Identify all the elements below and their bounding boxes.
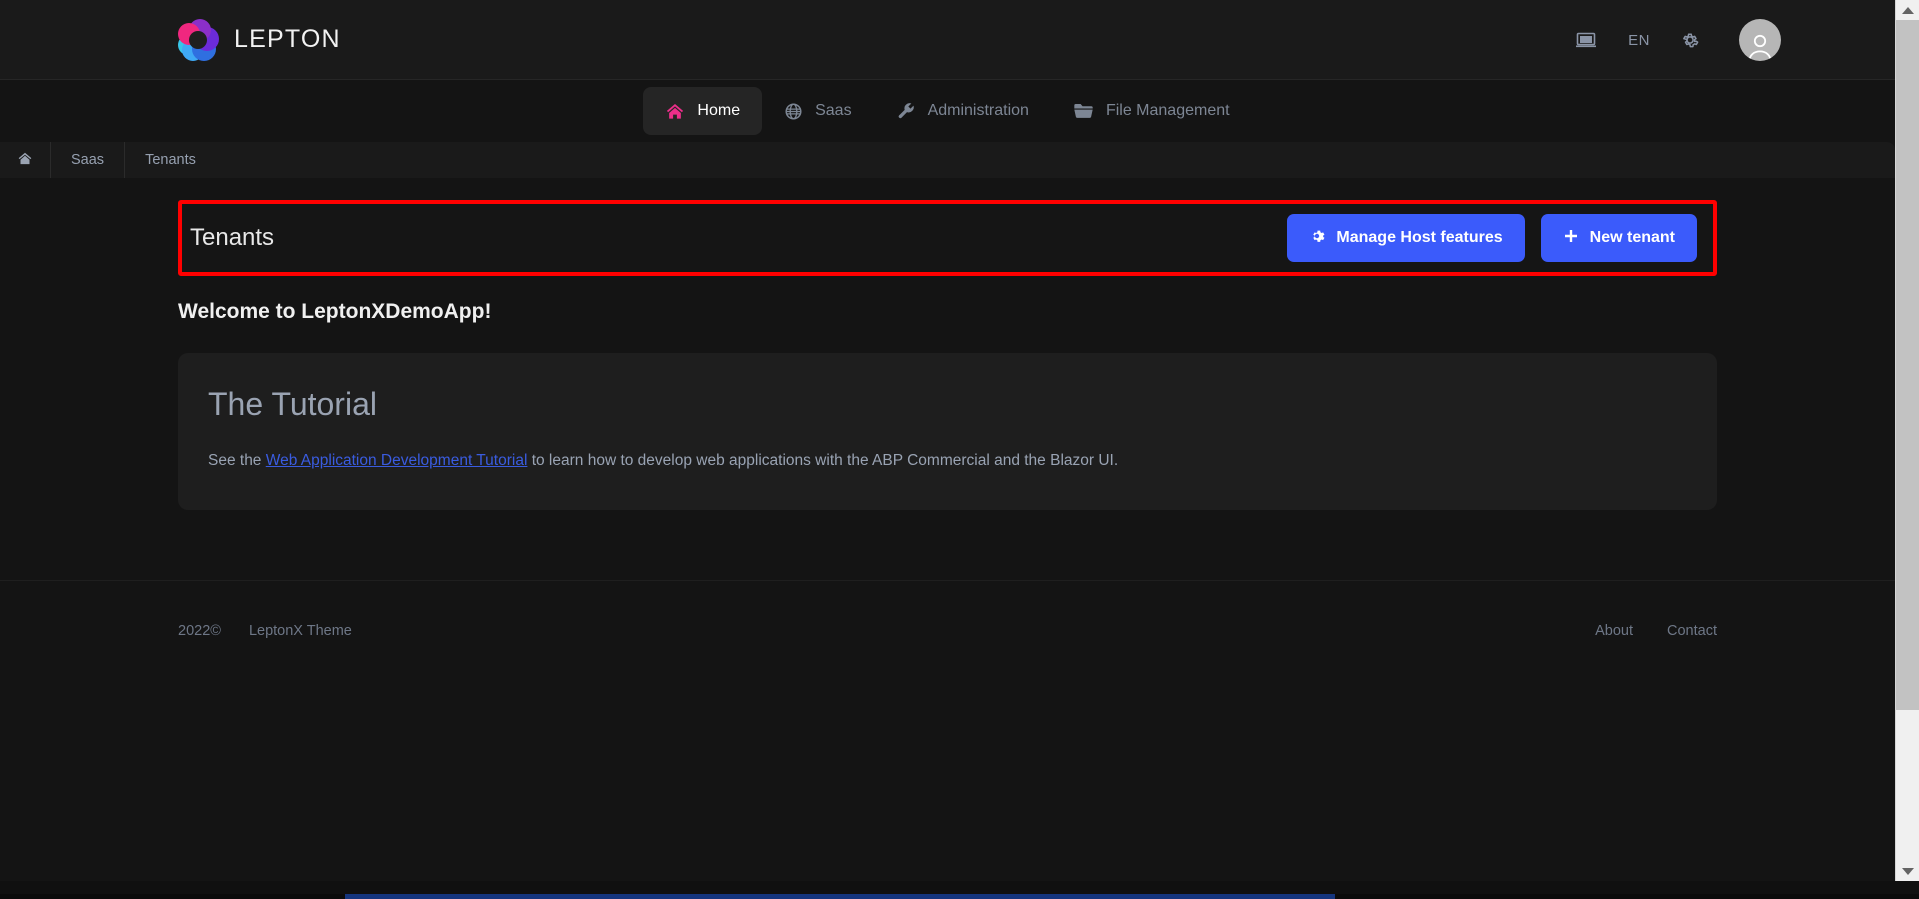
nav-item-file-management[interactable]: File Management bbox=[1051, 87, 1252, 135]
footer-link-contact[interactable]: Contact bbox=[1667, 623, 1717, 639]
wrench-icon bbox=[896, 101, 916, 121]
scroll-up-arrow-icon[interactable] bbox=[1896, 0, 1919, 20]
footer-links: About Contact bbox=[1595, 623, 1717, 639]
breadcrumb-item-saas[interactable]: Saas bbox=[51, 142, 126, 178]
main-navigation: Home Saas Administration File Management bbox=[0, 80, 1895, 142]
content-bottom-spacer bbox=[0, 510, 1895, 580]
brand-name: LEPTON bbox=[234, 25, 341, 53]
breadcrumb-home[interactable] bbox=[0, 142, 51, 178]
avatar[interactable] bbox=[1715, 0, 1805, 80]
user-avatar-icon bbox=[1739, 19, 1781, 61]
tutorial-text-after: to learn how to develop web applications… bbox=[527, 452, 1119, 469]
globe-icon bbox=[784, 102, 803, 121]
page-footer: 2022© LeptonX Theme About Contact bbox=[0, 581, 1895, 681]
lepton-logo-icon bbox=[178, 18, 220, 61]
welcome-heading: Welcome to LeptonXDemoApp! bbox=[178, 300, 492, 323]
scrollbar-thumb[interactable] bbox=[1896, 20, 1919, 710]
nav-item-label: Home bbox=[697, 102, 741, 119]
tutorial-card: The Tutorial See the Web Application Dev… bbox=[178, 353, 1717, 511]
breadcrumb-item-tenants[interactable]: Tenants bbox=[125, 142, 216, 178]
new-tenant-button[interactable]: New tenant bbox=[1540, 214, 1697, 262]
nav-item-home[interactable]: Home bbox=[643, 87, 763, 135]
vertical-scrollbar[interactable] bbox=[1895, 0, 1919, 881]
main-content: Tenants Manage Host features New tenant … bbox=[0, 200, 1895, 682]
footer-theme-name: LeptonX Theme bbox=[248, 623, 352, 640]
tutorial-text-before: See the bbox=[208, 452, 266, 469]
browser-viewport: LEPTON EN Home Saas Administration File … bbox=[0, 0, 1895, 881]
footer-link-about[interactable]: About bbox=[1595, 623, 1633, 639]
tutorial-card-text: See the Web Application Development Tuto… bbox=[208, 449, 1687, 472]
page-header-highlight: Tenants Manage Host features New tenant bbox=[178, 200, 1717, 276]
home-icon bbox=[17, 151, 33, 170]
nav-item-label: Administration bbox=[927, 102, 1029, 119]
plus-icon bbox=[1563, 228, 1579, 249]
folder-icon bbox=[1073, 102, 1094, 120]
footer-copyright: 2022© bbox=[178, 623, 221, 640]
footer-left: 2022© LeptonX Theme bbox=[178, 623, 352, 639]
brand-logo[interactable]: LEPTON bbox=[178, 18, 341, 61]
gear-icon[interactable] bbox=[1665, 0, 1715, 80]
taskbar-active-window-indicator bbox=[345, 894, 1335, 899]
button-label: New tenant bbox=[1589, 229, 1675, 246]
button-label: Manage Host features bbox=[1336, 229, 1503, 246]
page-actions: Manage Host features New tenant bbox=[1287, 214, 1697, 262]
tutorial-link[interactable]: Web Application Development Tutorial bbox=[266, 452, 528, 469]
scroll-down-arrow-icon[interactable] bbox=[1896, 861, 1919, 881]
top-header-bar: LEPTON EN bbox=[0, 0, 1895, 80]
tutorial-card-title: The Tutorial bbox=[208, 386, 377, 422]
page-title: Tenants bbox=[190, 224, 275, 251]
language-selector[interactable]: EN bbox=[1613, 0, 1665, 80]
nav-item-label: File Management bbox=[1105, 102, 1230, 119]
manage-host-features-button[interactable]: Manage Host features bbox=[1287, 214, 1525, 262]
home-icon bbox=[665, 102, 685, 121]
nav-item-saas[interactable]: Saas bbox=[762, 87, 873, 135]
breadcrumb: Saas Tenants bbox=[0, 142, 1895, 178]
page-header: Tenants Manage Host features New tenant bbox=[182, 204, 1713, 272]
app-window: LEPTON EN Home Saas Administration File … bbox=[0, 0, 1919, 899]
monitor-icon[interactable] bbox=[1559, 0, 1613, 80]
header-actions: EN bbox=[1559, 0, 1895, 80]
nav-item-label: Saas bbox=[815, 102, 852, 119]
gear-icon bbox=[1309, 228, 1325, 249]
nav-item-administration[interactable]: Administration bbox=[874, 87, 1051, 135]
